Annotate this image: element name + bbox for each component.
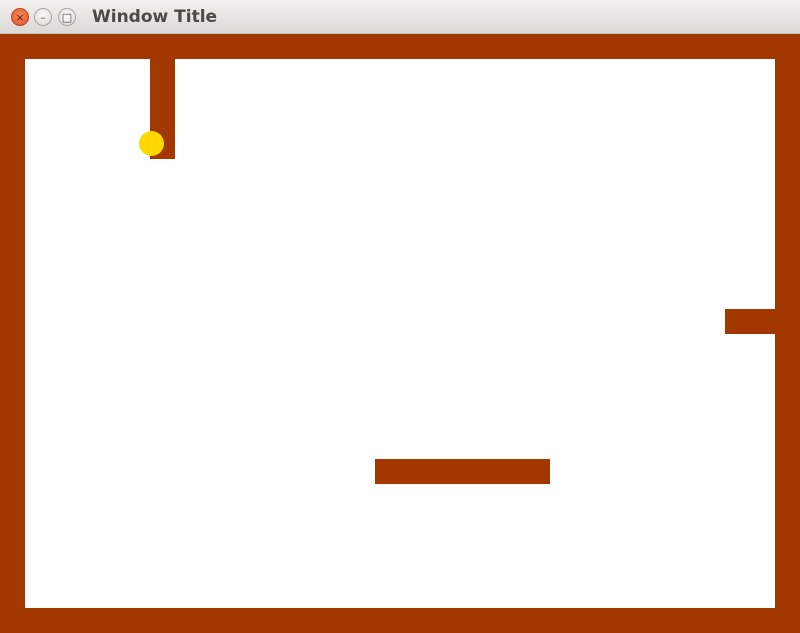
wall-right-ledge (725, 309, 800, 334)
minimize-button[interactable]: – (34, 8, 52, 26)
game-canvas[interactable] (0, 34, 800, 633)
maximize-icon: □ (61, 10, 73, 24)
wall-platform (375, 459, 550, 484)
app-window: × – □ Window Title (0, 0, 800, 633)
wall-left (0, 34, 25, 633)
title-bar[interactable]: × – □ Window Title (0, 0, 800, 34)
maximize-button[interactable]: □ (58, 8, 76, 26)
wall-bottom (0, 608, 800, 633)
close-icon: × (15, 10, 25, 24)
window-title: Window Title (92, 7, 218, 27)
close-button[interactable]: × (11, 8, 29, 26)
player-ball (139, 131, 164, 156)
wall-top (0, 34, 800, 59)
minimize-icon: – (40, 10, 46, 24)
